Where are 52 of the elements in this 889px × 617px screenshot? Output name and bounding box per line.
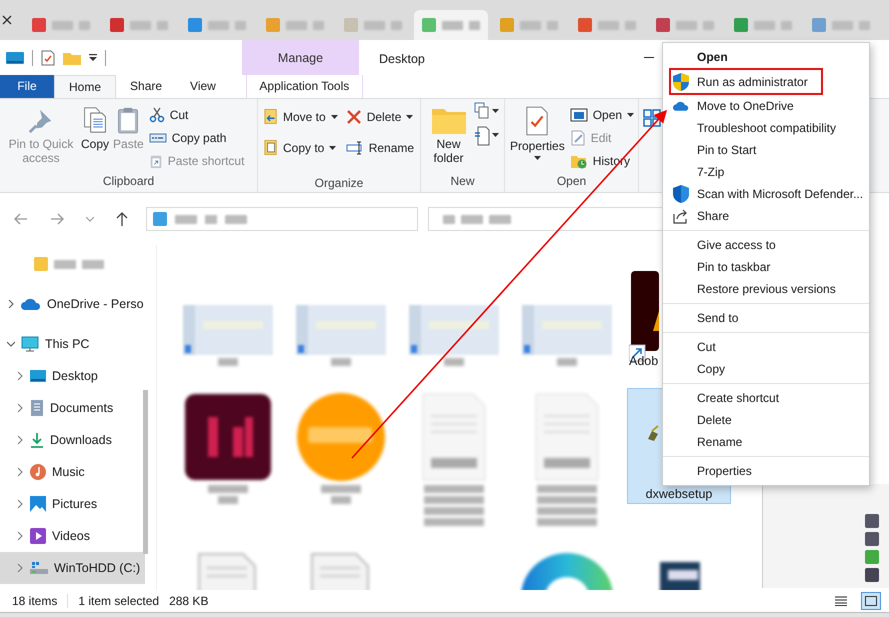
menu-item[interactable]: Scan with Microsoft Defender...: [663, 183, 869, 205]
nav-item[interactable]: Music: [0, 456, 145, 488]
menu-item[interactable]: Properties: [663, 460, 869, 482]
nav-item[interactable]: WinToHDD (C:): [0, 552, 145, 584]
ribbon-tab[interactable]: Home: [54, 75, 116, 98]
move-to-button[interactable]: Move to: [262, 106, 340, 127]
ribbon-tab[interactable]: File: [0, 75, 54, 98]
menu-item[interactable]: Troubleshoot compatibility: [663, 117, 869, 139]
menu-item[interactable]: 7-Zip: [663, 161, 869, 183]
menu-item[interactable]: Move to OneDrive: [663, 95, 869, 117]
selection-size: 288 KB: [169, 594, 208, 608]
new-folder-button[interactable]: New folder: [425, 102, 472, 172]
menu-item[interactable]: Restore previous versions: [663, 278, 869, 300]
menu-item[interactable]: Create shortcut: [663, 387, 869, 409]
menu-item[interactable]: Pin to taskbar: [663, 256, 869, 278]
menu-item[interactable]: Run as administrator: [669, 68, 823, 95]
menu-item[interactable]: Rename: [663, 431, 869, 453]
menu-item[interactable]: Share: [663, 205, 869, 227]
ribbon-tab[interactable]: Application Tools: [246, 75, 363, 98]
group-label: New: [449, 173, 476, 190]
delete-button[interactable]: Delete: [344, 106, 416, 127]
copy-button[interactable]: Copy: [80, 102, 110, 172]
menu-item[interactable]: Cut: [663, 336, 869, 358]
contextual-group-label: Manage: [242, 40, 359, 75]
copy-path-button[interactable]: Copy path: [146, 127, 246, 148]
group-label: Open: [556, 173, 588, 190]
menu-item[interactable]: Delete: [663, 409, 869, 431]
properties-button[interactable]: Properties: [509, 102, 566, 172]
window-title: Desktop: [379, 52, 425, 66]
nav-item[interactable]: Pictures: [0, 488, 145, 520]
copy-to-button[interactable]: Copy to: [262, 137, 340, 158]
ribbon-tab[interactable]: Share: [116, 75, 176, 98]
cut-button[interactable]: Cut: [146, 104, 246, 125]
nav-item[interactable]: Documents: [0, 392, 145, 424]
menu-item[interactable]: Pin to Start: [663, 139, 869, 161]
group-label: Clipboard: [102, 173, 156, 190]
selection-info: 1 item selected: [78, 594, 160, 608]
menu-item[interactable]: Give access to: [663, 234, 869, 256]
nav-item[interactable]: Videos: [0, 520, 145, 552]
nav-item[interactable]: Desktop: [0, 360, 145, 392]
menu-item[interactable]: Copy: [663, 358, 869, 380]
nav-item[interactable]: Downloads: [0, 424, 145, 456]
ribbon-tab[interactable]: View: [176, 75, 230, 98]
menu-item[interactable]: Send to: [663, 307, 869, 329]
item-count: 18 items: [12, 594, 58, 608]
menu-item[interactable]: Open: [663, 46, 869, 68]
nav-item[interactable]: This PC: [0, 328, 145, 360]
file-item[interactable]: Adob: [623, 253, 659, 388]
nav-item[interactable]: OneDrive - Perso: [0, 288, 145, 320]
open-button[interactable]: Open: [568, 104, 636, 125]
rename-button[interactable]: Rename: [344, 137, 416, 158]
group-label: Organize: [314, 175, 364, 192]
